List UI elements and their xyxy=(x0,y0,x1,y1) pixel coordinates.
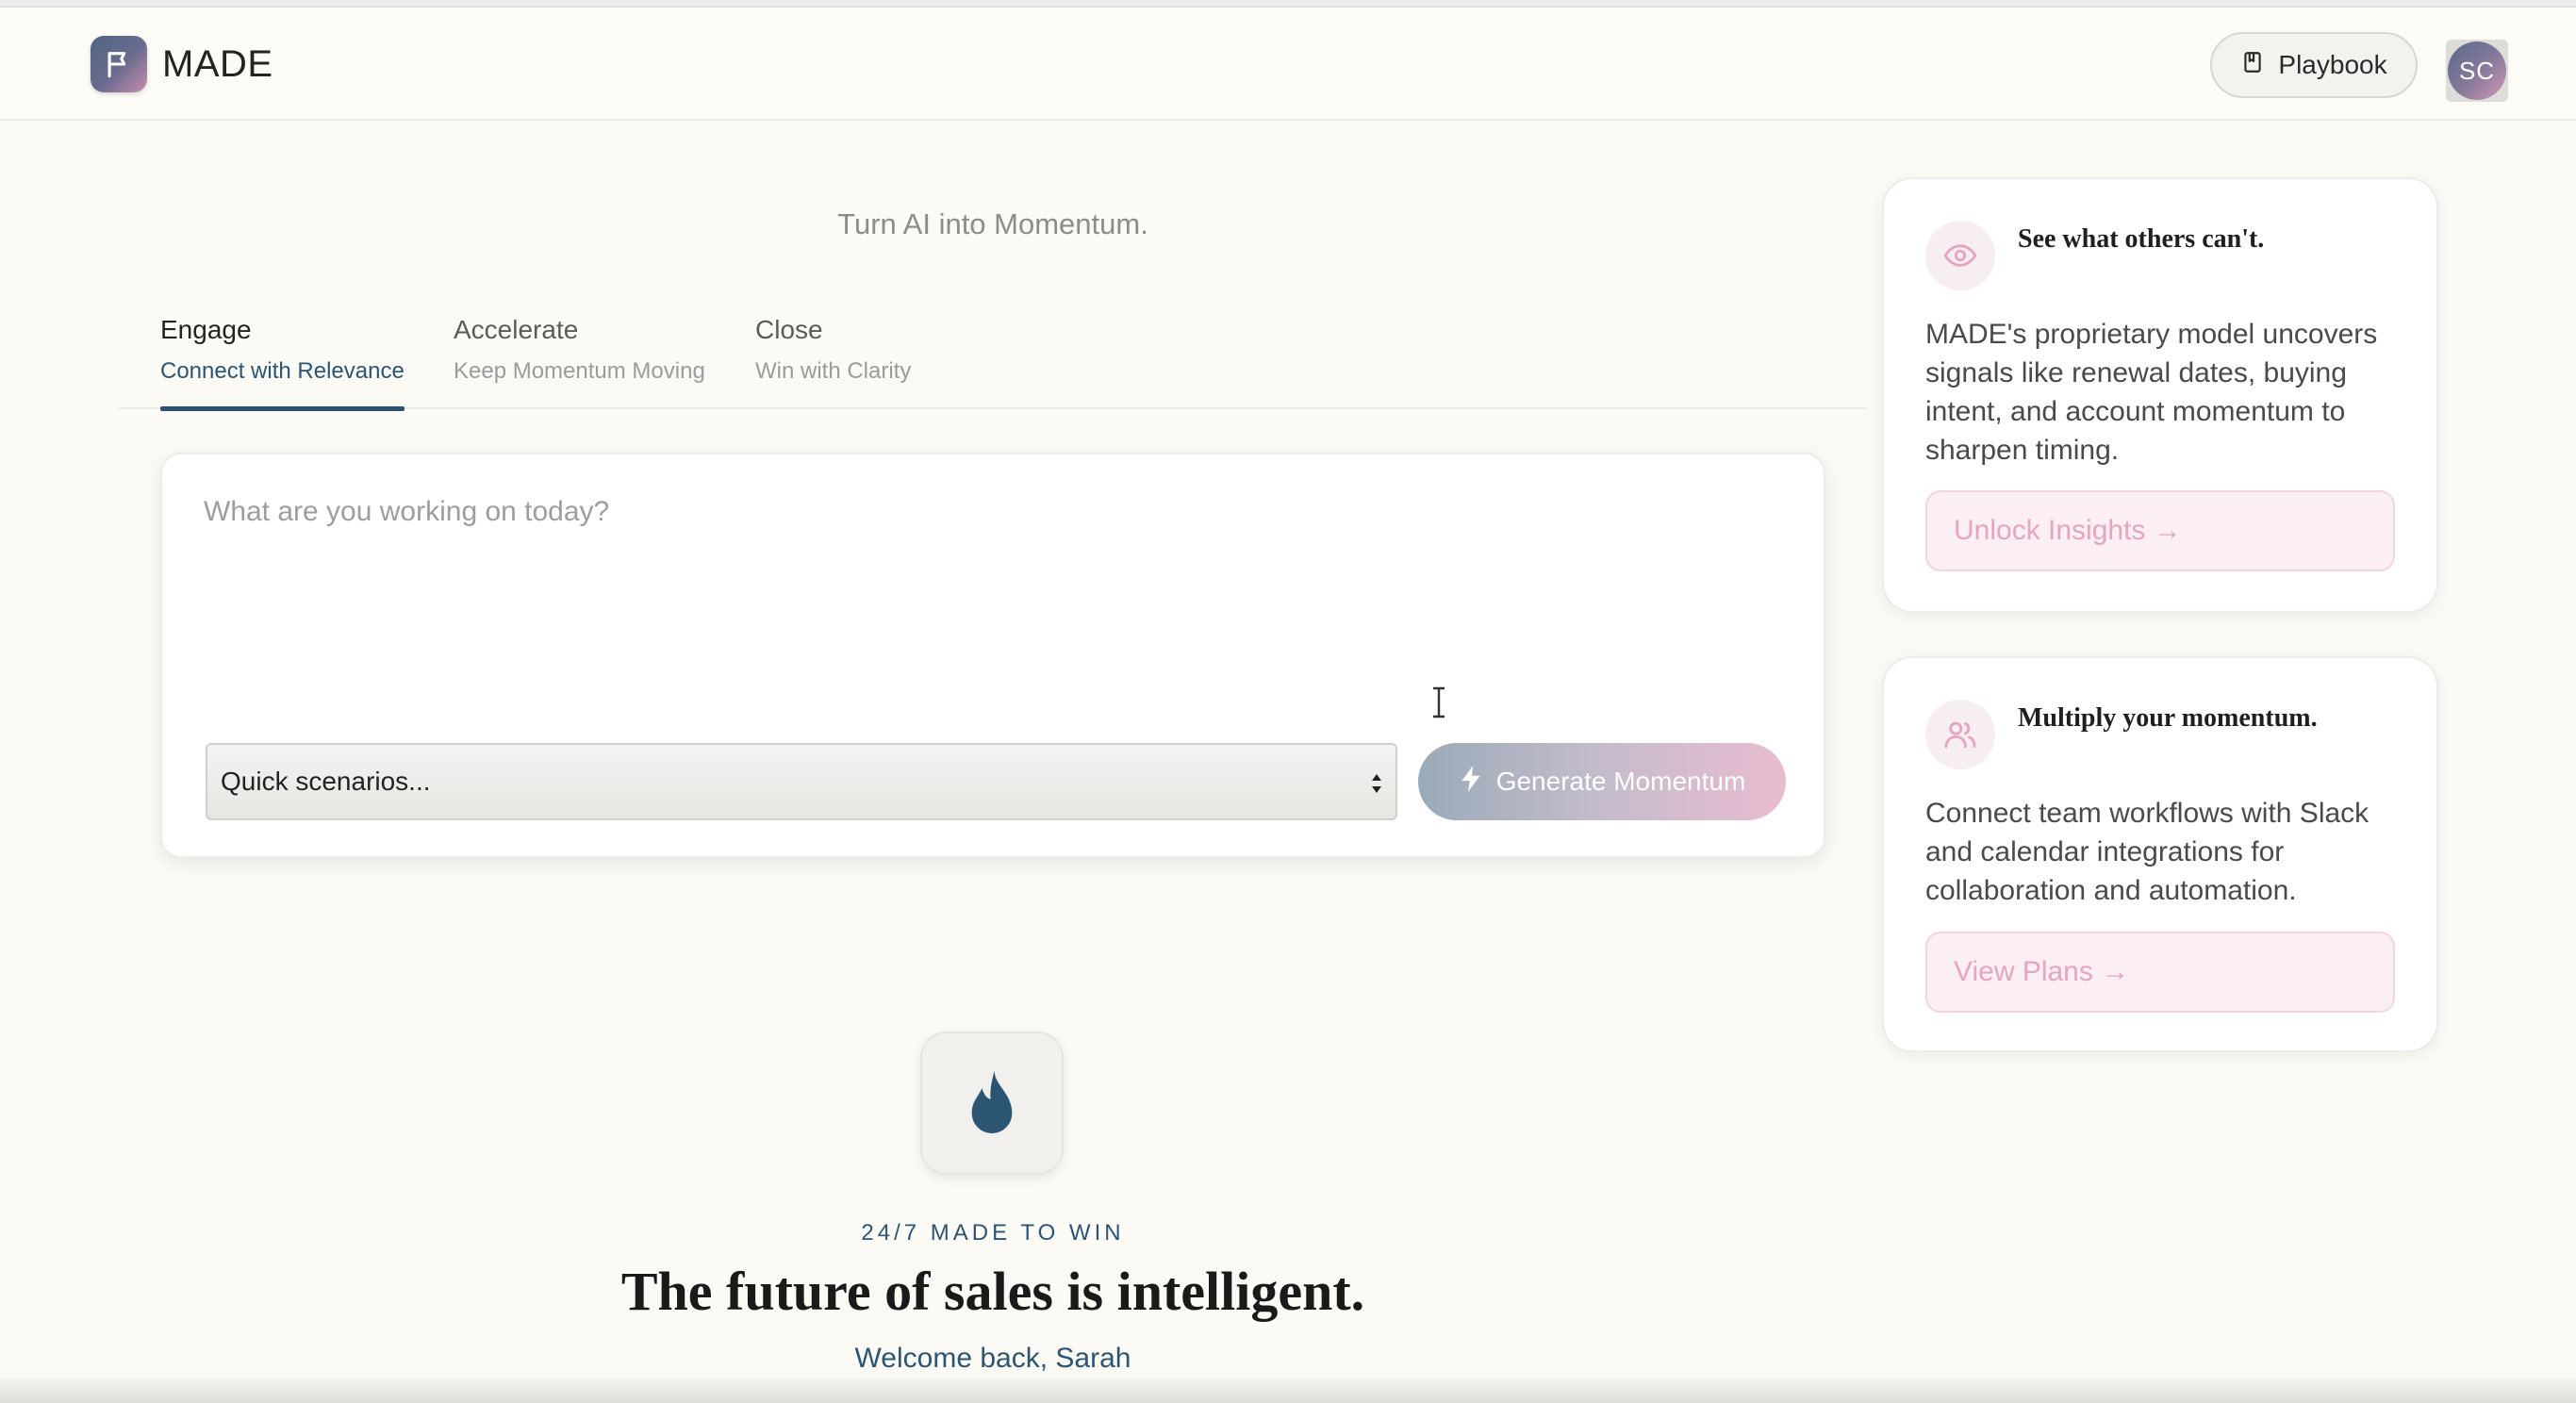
avatar[interactable]: SC xyxy=(2446,40,2508,102)
prompt-input[interactable] xyxy=(204,496,1769,647)
select-arrows-icon xyxy=(1372,774,1381,793)
flag-icon xyxy=(91,36,147,92)
book-icon xyxy=(2240,49,2265,82)
generate-label: Generate Momentum xyxy=(1495,767,1746,796)
tab-close[interactable]: Close Win with Clarity xyxy=(755,311,911,409)
welcome-message: Welcome back, Sarah xyxy=(854,1343,1131,1374)
tab-subtitle: Keep Momentum Moving xyxy=(454,358,705,384)
tab-engage[interactable]: Engage Connect with Relevance xyxy=(160,311,405,411)
playbook-button[interactable]: Playbook xyxy=(2210,32,2418,98)
quick-scenarios-select[interactable]: Quick scenarios... xyxy=(206,743,1397,820)
card-body: MADE's proprietary model uncovers signal… xyxy=(1925,319,2378,466)
integrations-card: Multiply your momentum. Connect team wor… xyxy=(1882,656,2438,1052)
window-top-edge xyxy=(0,0,2576,8)
eye-icon xyxy=(1925,221,1995,290)
lightning-icon xyxy=(1459,765,1483,800)
app-header: MADE Playbook SC xyxy=(0,8,2576,121)
view-plans-button[interactable]: View Plans → xyxy=(1925,932,2395,1013)
card-body: Connect team workflows with Slack and ca… xyxy=(1925,798,2370,906)
avatar-initials: SC xyxy=(2448,41,2506,100)
tagline: Turn AI into Momentum. xyxy=(837,207,1148,240)
app-name: MADE xyxy=(162,42,273,85)
unlock-insights-button[interactable]: Unlock Insights → xyxy=(1925,490,2395,571)
logo[interactable]: MADE xyxy=(91,36,273,92)
tab-subtitle: Win with Clarity xyxy=(755,358,912,384)
card-title: See what others can't. xyxy=(2018,224,2265,254)
flame-icon xyxy=(920,1032,1064,1175)
window-bottom-edge xyxy=(0,1378,2576,1403)
playbook-label: Playbook xyxy=(2278,50,2387,79)
tab-accelerate[interactable]: Accelerate Keep Momentum Moving xyxy=(454,311,705,409)
tab-title: Engage xyxy=(160,315,252,344)
select-value: Quick scenarios... xyxy=(221,767,431,796)
text-cursor-icon xyxy=(1433,686,1445,718)
prompt-composer: Quick scenarios... Generate Momentum xyxy=(160,453,1825,858)
hero-kicker: 24/7 MADE TO WIN xyxy=(861,1220,1125,1246)
hero-headline: The future of sales is intelligent. xyxy=(620,1261,1365,1322)
card-title: Multiply your momentum. xyxy=(2018,703,2318,733)
generate-momentum-button[interactable]: Generate Momentum xyxy=(1418,743,1786,820)
tab-subtitle: Connect with Relevance xyxy=(160,358,405,384)
tab-title: Accelerate xyxy=(454,315,579,344)
tab-title: Close xyxy=(755,315,823,344)
insights-card: See what others can't. MADE's proprietar… xyxy=(1882,177,2438,613)
users-icon xyxy=(1925,700,1995,769)
mode-tabs: Engage Connect with Relevance Accelerate… xyxy=(119,311,1867,411)
